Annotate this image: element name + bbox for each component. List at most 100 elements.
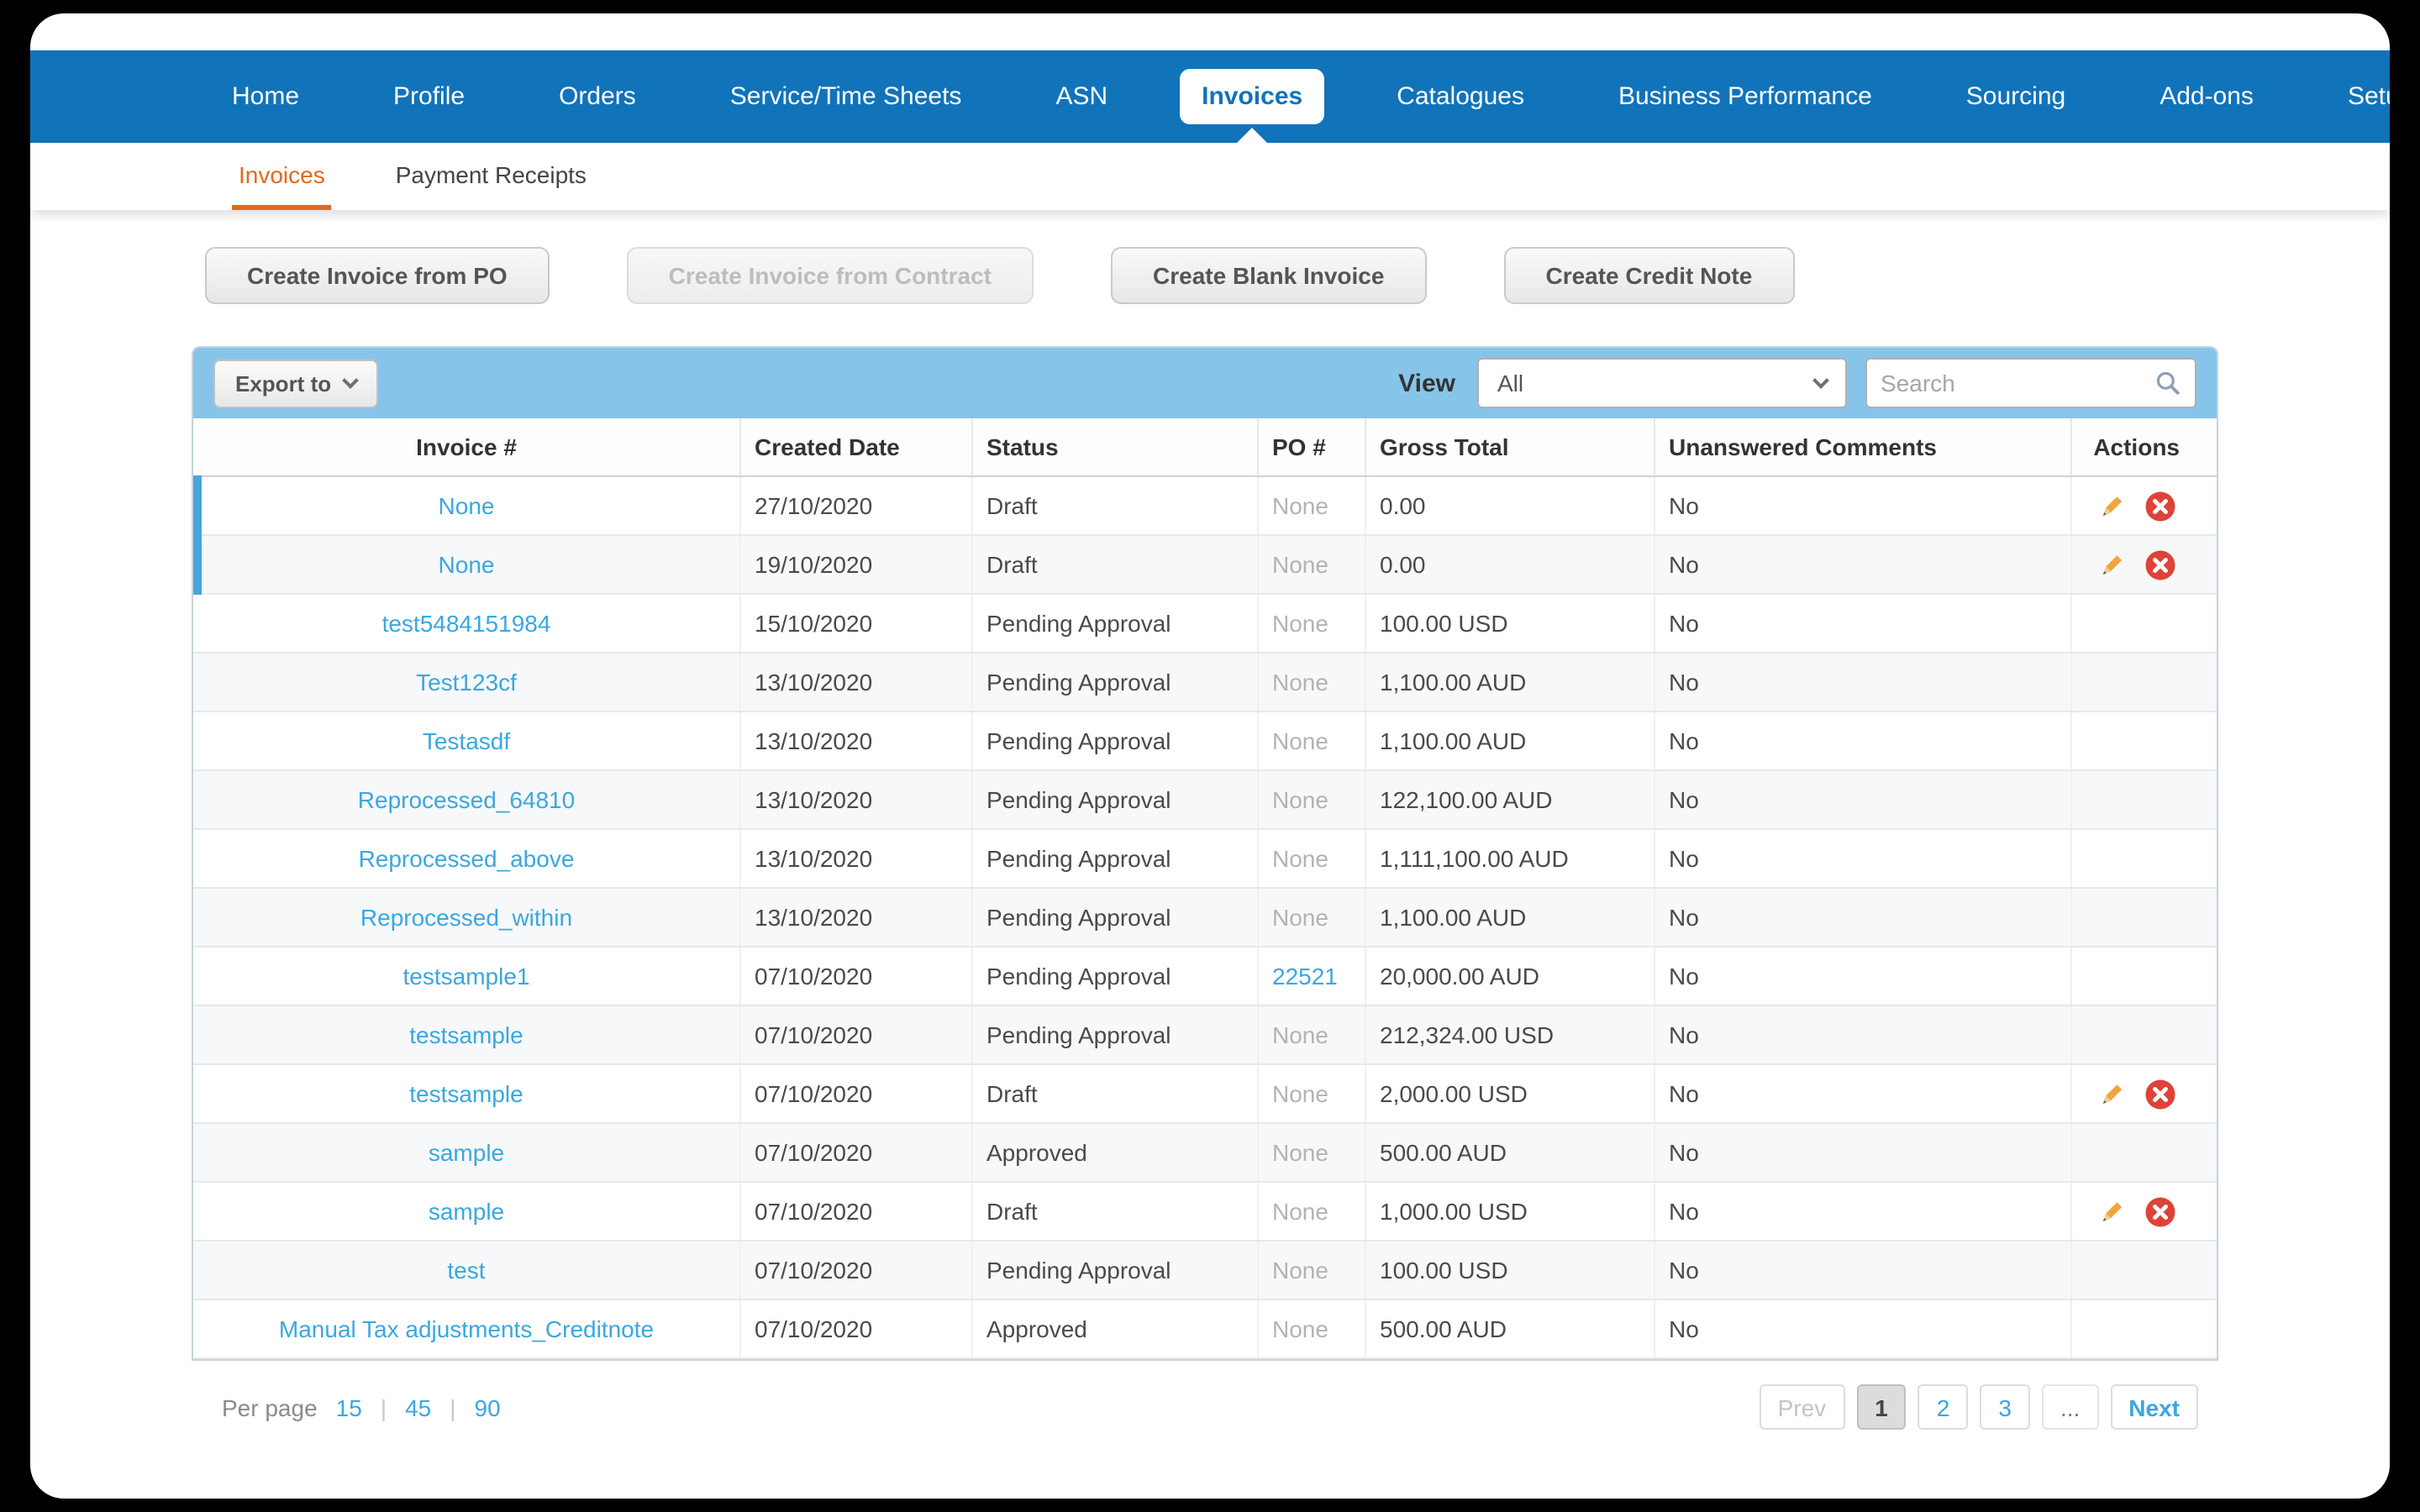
- export-to-button[interactable]: Export to: [213, 359, 379, 407]
- invoice-link[interactable]: testsample: [409, 1021, 523, 1048]
- po-number-cell: None: [1259, 771, 1366, 828]
- pagination-page-3[interactable]: 3: [1980, 1384, 2030, 1430]
- nav-item-profile[interactable]: Profile: [346, 50, 512, 143]
- pagination-page-1[interactable]: 1: [1856, 1384, 1907, 1430]
- invoice-link[interactable]: sample: [429, 1198, 504, 1225]
- table-body: None 27/10/2020 Draft None 0.00 No None 19/10/2…: [193, 475, 2217, 1359]
- active-tab-pointer-icon: [1237, 128, 1268, 143]
- per-page-option-15[interactable]: 15: [336, 1394, 362, 1420]
- gross-total-cell: 1,000.00 USD: [1366, 1183, 1655, 1240]
- nav-item-label: Catalogues: [1397, 82, 1524, 111]
- actions-cell: [2072, 1300, 2217, 1357]
- column-header-po: PO #: [1259, 418, 1366, 475]
- subnav-item-invoices[interactable]: Invoices: [232, 143, 332, 210]
- status-cell: Pending Approval: [973, 830, 1259, 887]
- po-number-text: None: [1272, 1021, 1328, 1048]
- invoice-link[interactable]: test5484151984: [382, 610, 551, 637]
- table-row: Manual Tax adjustments_Creditnote 07/10/2…: [193, 1300, 2217, 1359]
- nav-item-label: Invoices: [1180, 69, 1325, 124]
- status-cell: Draft: [973, 536, 1259, 593]
- invoice-link[interactable]: Manual Tax adjustments_Creditnote: [279, 1315, 654, 1342]
- table-row: sample 07/10/2020 Draft None 1,000.00 USD No: [193, 1183, 2217, 1242]
- invoice-cell: test5484151984: [193, 595, 741, 652]
- search-input[interactable]: [1881, 370, 2154, 396]
- nav-item-label: Sourcing: [1965, 82, 2066, 111]
- per-page-option-45[interactable]: 45: [405, 1394, 431, 1420]
- search-icon[interactable]: [2154, 370, 2181, 396]
- po-number-text: None: [1272, 551, 1328, 578]
- po-number-cell: None: [1259, 536, 1366, 593]
- create-blank-invoice-button[interactable]: Create Blank Invoice: [1111, 247, 1427, 304]
- actions-cell: [2072, 1006, 2217, 1063]
- gross-total-cell: 0.00: [1366, 477, 1655, 534]
- delete-icon[interactable]: [2144, 1078, 2176, 1110]
- edit-pencil-icon[interactable]: [2097, 1196, 2128, 1226]
- column-header-status: Status: [973, 418, 1259, 475]
- unanswered-comments-cell: No: [1655, 536, 2072, 593]
- per-page-option-90[interactable]: 90: [475, 1394, 501, 1420]
- actions-cell: [2072, 771, 2217, 828]
- unanswered-comments-cell: No: [1655, 477, 2072, 534]
- gross-total-cell: 122,100.00 AUD: [1366, 771, 1655, 828]
- nav-item-setup[interactable]: Setup: [2301, 50, 2390, 143]
- invoice-link[interactable]: Reprocessed_64810: [358, 786, 575, 813]
- actions-cell: [2072, 1242, 2217, 1299]
- invoice-link[interactable]: None: [439, 551, 495, 578]
- nav-item-add-ons[interactable]: Add-ons: [2112, 50, 2301, 143]
- invoice-action-buttons-row: Create Invoice from PO Create Invoice fro…: [205, 247, 2390, 304]
- invoice-link[interactable]: Reprocessed_within: [360, 904, 572, 931]
- nav-item-sourcing[interactable]: Sourcing: [1919, 50, 2112, 143]
- pagination-page-2[interactable]: 2: [1918, 1384, 1969, 1430]
- create-invoice-from-po-button[interactable]: Create Invoice from PO: [205, 247, 550, 304]
- nav-item-home[interactable]: Home: [185, 50, 346, 143]
- nav-item-business-performance[interactable]: Business Performance: [1571, 50, 1919, 143]
- edit-pencil-icon[interactable]: [2097, 549, 2128, 580]
- invoice-cell: Reprocessed_above: [193, 830, 741, 887]
- delete-icon[interactable]: [2144, 1195, 2176, 1227]
- unanswered-comments-cell: No: [1655, 1242, 2072, 1299]
- nav-item-label: Add-ons: [2160, 82, 2254, 111]
- nav-item-invoices[interactable]: Invoices: [1155, 50, 1349, 143]
- nav-item-label: Service/Time Sheets: [729, 82, 962, 111]
- pagination-next-button[interactable]: Next: [2110, 1384, 2198, 1430]
- status-cell: Draft: [973, 1065, 1259, 1122]
- actions-cell: [2072, 1124, 2217, 1181]
- invoice-link[interactable]: sample: [429, 1139, 504, 1166]
- created-date-cell: 13/10/2020: [741, 771, 973, 828]
- create-credit-note-button[interactable]: Create Credit Note: [1503, 247, 1795, 304]
- po-number-cell: None: [1259, 830, 1366, 887]
- po-number-text: None: [1272, 1257, 1328, 1284]
- table-row: Reprocessed_within 13/10/2020 Pending Appr…: [193, 889, 2217, 948]
- invoice-link[interactable]: Testasdf: [423, 727, 510, 754]
- nav-item-label: Setup: [2347, 82, 2390, 111]
- edit-pencil-icon[interactable]: [2097, 1079, 2128, 1109]
- nav-item-asn[interactable]: ASN: [1008, 50, 1155, 143]
- edit-pencil-icon[interactable]: [2097, 491, 2128, 521]
- po-number-text: None: [1272, 786, 1328, 813]
- created-date-cell: 07/10/2020: [741, 1300, 973, 1357]
- delete-icon[interactable]: [2144, 490, 2176, 522]
- invoice-link[interactable]: Test123cf: [416, 669, 517, 696]
- invoice-link[interactable]: testsample1: [403, 963, 530, 990]
- invoice-link[interactable]: test: [447, 1257, 485, 1284]
- actions-cell: [2072, 1065, 2217, 1122]
- po-number-link[interactable]: 22521: [1272, 963, 1338, 990]
- po-number-cell: None: [1259, 1065, 1366, 1122]
- invoice-link[interactable]: Reprocessed_above: [359, 845, 575, 872]
- status-cell: Approved: [973, 1300, 1259, 1357]
- invoice-link[interactable]: None: [439, 492, 495, 519]
- nav-item-label: Orders: [559, 82, 636, 111]
- nav-item-orders[interactable]: Orders: [512, 50, 683, 143]
- nav-item-catalogues[interactable]: Catalogues: [1349, 50, 1571, 143]
- delete-icon[interactable]: [2144, 549, 2176, 580]
- table-row: sample 07/10/2020 Approved None 500.00 AUD No: [193, 1124, 2217, 1183]
- subnav-item-payment-receipts[interactable]: Payment Receipts: [389, 143, 593, 210]
- invoice-cell: sample: [193, 1124, 741, 1181]
- po-number-text: None: [1272, 1139, 1328, 1166]
- pagination-ellipsis-button[interactable]: ...: [2041, 1384, 2099, 1430]
- invoice-link[interactable]: testsample: [409, 1080, 523, 1107]
- nav-item-service-time-sheets[interactable]: Service/Time Sheets: [683, 50, 1009, 143]
- created-date-cell: 07/10/2020: [741, 1006, 973, 1063]
- status-cell: Draft: [973, 477, 1259, 534]
- view-select[interactable]: All: [1477, 358, 1847, 408]
